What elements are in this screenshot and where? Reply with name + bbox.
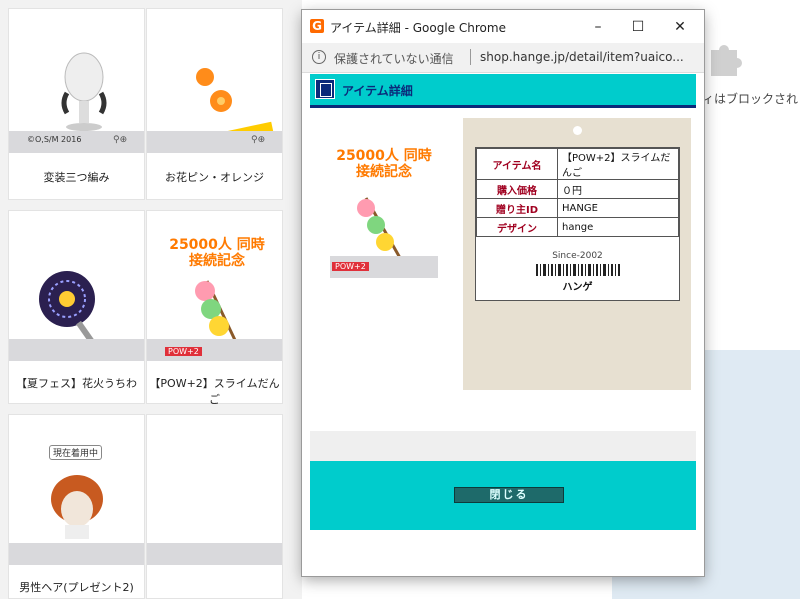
row-key: 贈り主ID	[476, 198, 558, 218]
item-caption: 【POW+2】スライムだんご	[149, 377, 280, 406]
since-label: Since-2002	[552, 251, 603, 261]
zoom-icon[interactable]: ⚲⊕	[113, 135, 127, 145]
shop-item[interactable]	[146, 414, 283, 599]
zoom-icon[interactable]: ⚲⊕	[251, 135, 265, 145]
row-value: hange	[557, 217, 679, 237]
popup-window[interactable]: G アイテム詳細 - Google Chrome – ☐ ✕ i 保護されていな…	[302, 10, 704, 576]
minimize-button[interactable]: –	[580, 14, 616, 40]
divider-strip	[310, 431, 696, 461]
table-row: デザイン hange	[476, 217, 679, 237]
item-floor	[147, 543, 282, 565]
close-button[interactable]: 閉じる	[454, 487, 564, 503]
item-floor	[9, 339, 144, 361]
item-card: アイテム名 【POW+2】スライムだんご 購入価格 ０円 贈り主ID HANGE…	[475, 147, 680, 301]
barcode-icon	[536, 264, 620, 276]
info-icon[interactable]: i	[312, 50, 326, 64]
maximize-button[interactable]: ☐	[620, 14, 656, 40]
shop-item[interactable]: ⚲⊕ お花ピン・オレンジ	[146, 8, 283, 200]
row-value: 【POW+2】スライムだんご	[557, 148, 679, 180]
row-value: ０円	[557, 179, 679, 199]
item-thumbnail	[51, 475, 103, 539]
address-separator	[470, 49, 471, 65]
pow-badge: POW+2	[165, 347, 202, 356]
detail-footer: 閉じる	[310, 461, 696, 530]
item-image: 25000人 同時接続記念 POW+2	[330, 148, 438, 278]
item-info-table: アイテム名 【POW+2】スライムだんご 購入価格 ０円 贈り主ID HANGE…	[476, 148, 679, 237]
table-row: アイテム名 【POW+2】スライムだんご	[476, 148, 679, 180]
close-window-button[interactable]: ✕	[662, 14, 698, 40]
pow-badge: POW+2	[332, 262, 369, 271]
title-bar[interactable]: G アイテム詳細 - Google Chrome – ☐ ✕	[302, 10, 704, 43]
page-content: アイテム詳細 25000人 同時接続記念 POW+2 アイテム名 【POW+2】…	[302, 73, 704, 576]
table-row: 購入価格 ０円	[476, 179, 679, 199]
shop-item[interactable]: 現在着用中 男性ヘア(プレゼント2)	[8, 414, 145, 599]
item-caption: お花ピン・オレンジ	[165, 171, 264, 184]
item-floor	[9, 543, 144, 565]
puzzle-icon	[711, 45, 742, 76]
row-key: デザイン	[476, 217, 558, 237]
item-caption: 【夏フェス】花火うちわ	[16, 377, 137, 390]
shop-item[interactable]: ©O,S/M 2016 ⚲⊕ 変装三つ編み	[8, 8, 145, 200]
address-bar[interactable]: i 保護されていない通信 shop.hange.jp/detail/item?u…	[302, 43, 704, 73]
shop-grid: ©O,S/M 2016 ⚲⊕ 変装三つ編み ⚲⊕ お花ピン・オレンジ 【夏フェス…	[0, 0, 302, 599]
dango-icon	[330, 197, 438, 278]
item-thumbnail	[196, 68, 274, 139]
chrome-app-icon: G	[310, 19, 324, 33]
shop-item[interactable]: 25000人 同時接続記念 POW+2 【POW+2】スライムだんご	[146, 210, 283, 406]
item-copyright: ©O,S/M 2016	[27, 135, 82, 144]
blocked-notice: ィはブロックされ	[702, 92, 799, 106]
detail-header: アイテム詳細	[310, 74, 696, 108]
row-key: 購入価格	[476, 179, 558, 199]
item-caption: 変装三つ編み	[43, 171, 110, 184]
item-thumbnail	[61, 52, 107, 131]
card-hole	[573, 126, 582, 135]
brand-label: ハンゲ	[562, 282, 593, 293]
item-card-background: アイテム名 【POW+2】スライムだんご 購入価格 ０円 贈り主ID HANGE…	[463, 118, 691, 390]
table-row: 贈り主ID HANGE	[476, 198, 679, 218]
row-value: HANGE	[557, 198, 679, 218]
url-text[interactable]: shop.hange.jp/detail/item?uaico...	[480, 50, 684, 64]
book-icon	[315, 79, 335, 99]
shop-item[interactable]: 【夏フェス】花火うちわ	[8, 210, 145, 404]
page-title: アイテム詳細	[342, 84, 413, 98]
item-caption: 男性ヘア(プレゼント2)	[19, 581, 134, 594]
window-title: アイテム詳細 - Google Chrome	[330, 21, 506, 35]
row-key: アイテム名	[476, 148, 558, 180]
insecure-label[interactable]: 保護されていない通信	[334, 50, 454, 67]
